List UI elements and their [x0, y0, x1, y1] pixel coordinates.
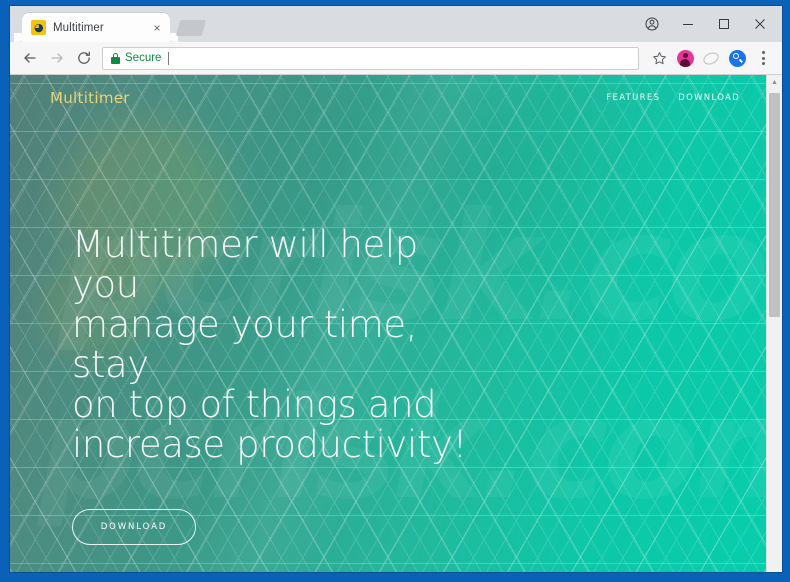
page-scrollbar[interactable]: ▲ [766, 75, 782, 572]
hero-headline-line-2: manage your time, stay [72, 303, 418, 386]
tab-close-icon[interactable]: × [150, 21, 164, 35]
favicon-glyph: ◕ [34, 20, 44, 34]
hero-download-button[interactable]: DOWNLOAD [72, 509, 196, 545]
web-page-content: pcrisk.com pcrisk.com Multitimer FEATURE… [10, 75, 766, 572]
browser-viewport: pcrisk.com pcrisk.com Multitimer FEATURE… [10, 75, 782, 572]
window-maximize-button[interactable] [706, 9, 742, 39]
nav-link-features[interactable]: FEATURES [606, 93, 660, 103]
browser-window: ◕ Multitimer × Secure pcrisk.co pcrisk.c… [10, 6, 782, 572]
profile-person-icon[interactable] [634, 9, 670, 39]
scrollbar-thumb[interactable] [769, 93, 780, 317]
reload-button[interactable] [70, 45, 97, 72]
nav-link-download[interactable]: DOWNLOAD [678, 93, 740, 103]
hero-section: Multitimer will help you manage your tim… [72, 225, 492, 545]
scrollbar-track[interactable] [767, 90, 782, 572]
hero-headline: Multitimer will help you manage your tim… [72, 225, 492, 465]
profile-avatar-icon[interactable] [672, 45, 698, 71]
site-header: Multitimer FEATURES DOWNLOAD [10, 75, 766, 121]
extension-oval-icon[interactable] [698, 45, 724, 71]
hero-headline-line-4: increase productivity! [72, 423, 467, 466]
site-nav: FEATURES DOWNLOAD [606, 93, 740, 103]
window-minimize-button[interactable] [670, 9, 706, 39]
forward-button[interactable] [43, 45, 70, 72]
browser-tab-strip: ◕ Multitimer × [10, 6, 782, 42]
multitimer-favicon-icon: ◕ [31, 20, 46, 35]
search-circle-icon[interactable] [724, 45, 750, 71]
site-logo[interactable]: Multitimer [50, 89, 130, 107]
address-bar[interactable]: Secure [102, 46, 639, 70]
bookmark-star-icon[interactable] [646, 45, 672, 71]
scrollbar-up-arrow-icon[interactable]: ▲ [767, 75, 782, 90]
hero-headline-line-3: on top of things and [72, 383, 437, 426]
browser-tab-multitimer[interactable]: ◕ Multitimer × [22, 13, 170, 42]
security-status-text: Secure [125, 52, 162, 64]
secure-lock-icon [111, 52, 120, 64]
desktop-background: ◕ Multitimer × Secure pcrisk.co pcrisk.c… [0, 0, 790, 582]
window-controls [634, 6, 778, 42]
browser-tab-title: Multitimer [53, 21, 104, 34]
window-close-button[interactable] [742, 9, 778, 39]
back-button[interactable] [16, 45, 43, 72]
new-tab-button[interactable] [175, 20, 207, 36]
browser-toolbar: Secure [10, 42, 782, 75]
hero-headline-line-1: Multitimer will help you [72, 223, 418, 306]
address-bar-caret [168, 51, 170, 65]
browser-menu-icon[interactable] [750, 45, 776, 71]
